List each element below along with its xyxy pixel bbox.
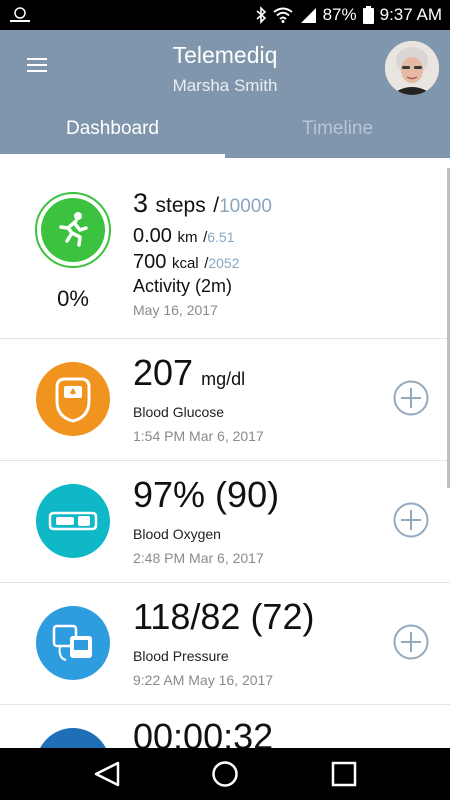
glucose-value-row: 207 mg/dl bbox=[133, 352, 245, 394]
glucose-value: 207 bbox=[133, 352, 194, 393]
pressure-value: 118/82 (72) bbox=[133, 596, 315, 637]
blood-oxygen-card[interactable]: 97% (90) Blood Oxygen 2:48 PM Mar 6, 201… bbox=[0, 460, 450, 583]
glucose-label: Blood Glucose bbox=[133, 404, 225, 420]
activity-card[interactable]: 0% 3 steps /10000 0.00 km /6.51 700 kcal… bbox=[0, 158, 450, 339]
signal-icon bbox=[300, 8, 316, 23]
app-title: Telemediq bbox=[172, 42, 278, 68]
clock: 9:37 AM bbox=[379, 5, 442, 24]
app-header: Telemediq Marsha Smith Dashboard Timelin… bbox=[0, 30, 450, 158]
tab-timeline[interactable]: Timeline bbox=[225, 118, 450, 140]
distance-goal: 6.51 bbox=[207, 229, 235, 245]
add-oxygen-button[interactable] bbox=[393, 502, 429, 538]
activity-percent: 0% bbox=[57, 286, 89, 311]
user-name: Marsha Smith bbox=[172, 76, 278, 95]
recents-icon[interactable] bbox=[329, 760, 359, 788]
glucose-time: 1:54 PM Mar 6, 2017 bbox=[133, 428, 264, 444]
home-icon[interactable] bbox=[210, 760, 240, 788]
calories-row: 700 kcal /2052 bbox=[133, 251, 240, 273]
glucose-meter-icon bbox=[55, 377, 91, 423]
timer-card[interactable]: 00:00:32 bbox=[0, 704, 450, 748]
blood-pressure-card[interactable]: 118/82 (72) Blood Pressure 9:22 AM May 1… bbox=[0, 582, 450, 705]
add-pressure-button[interactable] bbox=[393, 624, 429, 660]
glucose-unit: mg/dl bbox=[201, 369, 246, 389]
battery-icon bbox=[362, 6, 374, 24]
activity-duration: Activity (2m) bbox=[133, 276, 232, 296]
calories-goal: 2052 bbox=[208, 255, 240, 271]
steps-row: 3 steps /10000 bbox=[133, 188, 272, 218]
app-icon bbox=[10, 7, 30, 22]
navigation-bar bbox=[0, 748, 450, 800]
distance-unit: km bbox=[177, 229, 198, 246]
distance-row: 0.00 km /6.51 bbox=[133, 225, 235, 247]
oxygen-value: 97% (90) bbox=[133, 474, 280, 515]
tab-bar: Dashboard Timeline bbox=[0, 110, 450, 158]
steps-label: steps bbox=[155, 194, 206, 217]
steps-goal: 10000 bbox=[219, 196, 272, 217]
add-glucose-button[interactable] bbox=[393, 380, 429, 416]
blood-glucose-card[interactable]: 207 mg/dl Blood Glucose 1:54 PM Mar 6, 20… bbox=[0, 338, 450, 461]
timer-icon-circle bbox=[36, 728, 110, 748]
pressure-time: 9:22 AM May 16, 2017 bbox=[133, 672, 274, 688]
pressure-label: Blood Pressure bbox=[133, 648, 229, 664]
blood-pressure-monitor-icon bbox=[52, 624, 92, 661]
user-photo-icon bbox=[385, 41, 439, 95]
oxygen-time: 2:48 PM Mar 6, 2017 bbox=[133, 550, 264, 566]
wifi-icon bbox=[272, 7, 293, 23]
battery-percent: 87% bbox=[322, 5, 357, 24]
tab-dashboard[interactable]: Dashboard bbox=[0, 118, 225, 140]
activity-date: May 16, 2017 bbox=[133, 302, 218, 318]
timer-value: 00:00:32 bbox=[133, 716, 274, 748]
distance-value: 0.00 bbox=[133, 225, 172, 247]
avatar[interactable] bbox=[385, 41, 439, 95]
running-icon bbox=[59, 212, 88, 247]
status-bar: 87% 9:37 AM bbox=[0, 0, 450, 30]
oxygen-label: Blood Oxygen bbox=[133, 526, 221, 542]
bluetooth-icon bbox=[256, 6, 266, 24]
calories-value: 700 bbox=[133, 251, 167, 273]
steps-value: 3 bbox=[133, 188, 149, 218]
pulse-oximeter-icon bbox=[48, 511, 98, 531]
back-icon[interactable] bbox=[92, 760, 122, 788]
calories-unit: kcal bbox=[171, 255, 199, 272]
